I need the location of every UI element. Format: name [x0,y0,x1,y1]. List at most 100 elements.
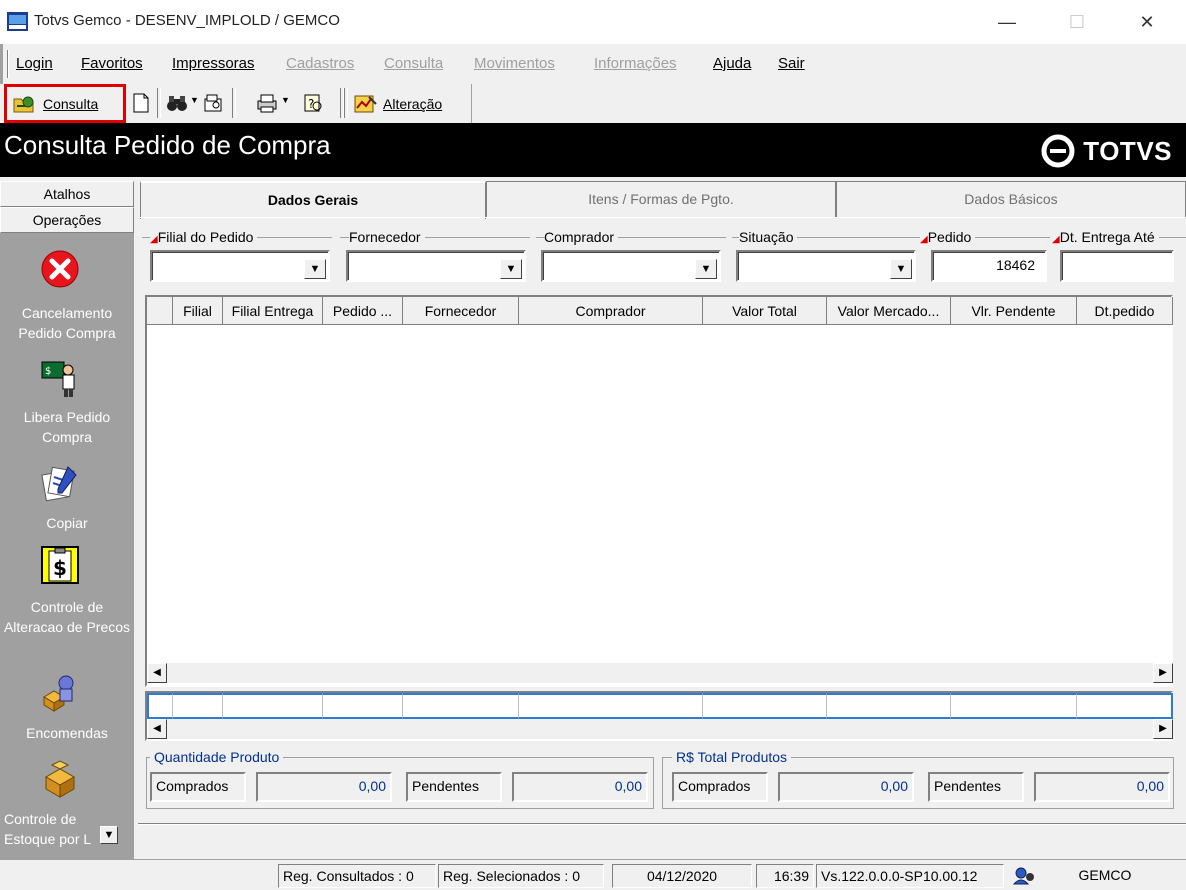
sidebar-item-encomendas[interactable]: Encomendas [0,671,134,745]
user-network-icon [1012,867,1034,885]
minimize-icon[interactable]: — [984,6,1030,38]
sidebar-item-copiar[interactable]: Copiar [0,459,134,535]
menu-informacoes: Informações [594,55,677,72]
chevron-down-icon[interactable]: ▼ [500,259,522,279]
chevron-down-icon[interactable]: ▼ [890,259,912,279]
filial-pedido-label-text: Filial do Pedido [157,229,254,245]
totals-grid[interactable]: ◀ ▶ [145,691,1173,741]
alteracao-button[interactable]: Alteração [352,90,464,118]
column-header-comprador[interactable]: Comprador [519,297,703,325]
main-divider [138,823,1186,825]
chevron-down-icon[interactable]: ▼ [695,259,717,279]
fornecedor-label: Fornecedor [349,229,425,245]
dt-entrega-label-text: Dt. Entrega Até [1059,229,1155,245]
dropdown-arrow-icon[interactable]: ▼ [281,95,290,105]
status-time: 16:39 [756,864,814,888]
maximize-icon[interactable]: ☐ [1054,6,1100,38]
sidebar-item-label: Cancelamento Pedido Compra [18,305,116,341]
menu-consulta-label: Consulta [384,55,444,72]
sidebar-item-controle-precos[interactable]: $ Controle de Alteracao de Precos [0,543,134,653]
totals-cell [323,693,403,719]
sidebar-scroll-down[interactable]: ▼ [100,826,118,844]
total-produtos-title: R$ Total Produtos [672,749,792,765]
menu-ajuda[interactable]: Ajuda [713,55,751,72]
situacao-select[interactable]: ▼ [736,250,916,282]
scroll-right-icon[interactable]: ▶ [1153,663,1173,683]
menu-cadastros: Cadastros [286,55,354,72]
sidebar-item-label: Copiar [46,515,88,531]
close-icon[interactable]: ✕ [1124,6,1170,38]
toolbar: Consulta ▼ ▼ ? Alteração [0,84,472,123]
chevron-down-icon[interactable]: ▼ [304,259,326,279]
totals-cell [223,693,323,719]
edit-chart-icon [354,95,377,113]
required-marker-icon: ◢ [150,234,158,245]
menu-impressoras-label: Impressoras [172,55,255,72]
column-header-dt-pedido[interactable]: Dt.pedido [1077,297,1173,325]
scroll-left-icon[interactable]: ◀ [147,663,167,683]
binoculars-icon[interactable] [166,93,188,113]
comprador-select[interactable]: ▼ [541,250,721,282]
menu-sair[interactable]: Sair [778,55,805,72]
new-document-icon[interactable] [130,93,152,113]
alteracao-label: Alteração [383,96,443,112]
sidebar-tab-atalhos[interactable]: Atalhos [0,181,134,207]
fornecedor-select[interactable]: ▼ [346,250,526,282]
scroll-right-icon[interactable]: ▶ [1153,719,1173,739]
tab-dados-gerais[interactable]: Dados Gerais [140,181,486,219]
scroll-left-icon[interactable]: ◀ [147,719,167,739]
grid-horizontal-scrollbar[interactable]: ◀ ▶ [147,663,1173,683]
row-selector-header [147,297,173,325]
sidebar-tab-operacoes[interactable]: Operações [0,207,134,233]
qtd-pendentes-value: 0,00 [512,772,648,802]
status-bar: Reg. Consultados : 0 Reg. Selecionados :… [0,859,1186,890]
help-search-icon[interactable]: ? [302,93,324,113]
sidebar-item-cancelamento[interactable]: Cancelamento Pedido Compra [0,245,134,345]
title-bar: Totvs Gemco - DESENV_IMPLOLD / GEMCO — ☐… [0,0,1186,44]
dropdown-arrow-icon[interactable]: ▼ [190,95,199,105]
column-header-valor-mercadoria[interactable]: Valor Mercado... [827,297,951,325]
totals-horizontal-scrollbar[interactable]: ◀ ▶ [147,719,1173,739]
totals-cell [173,693,223,719]
total-pendentes-value: 0,00 [1034,772,1170,802]
main-panel: Dados Gerais Itens / Formas de Pgto. Dad… [138,181,1186,865]
stock-control-icon [44,760,76,798]
sidebar-item-libera-pedido[interactable]: $ Libera Pedido Compra [0,355,134,451]
menu-informacoes-label: Informações [594,55,677,72]
sidebar-item-label: Controle de Estoque por L [4,811,92,847]
printer-icon[interactable] [256,93,278,113]
totals-cell [951,693,1077,719]
copy-icon [41,466,77,502]
status-reg-selecionados: Reg. Selecionados : 0 [438,864,604,888]
column-header-filial-entrega[interactable]: Filial Entrega [223,297,323,325]
total-comprados-value: 0,00 [778,772,914,802]
column-header-fornecedor[interactable]: Fornecedor [403,297,519,325]
sidebar-item-label: Encomendas [26,725,108,741]
column-header-valor-total[interactable]: Valor Total [703,297,827,325]
menu-login[interactable]: Login [16,55,53,72]
column-header-filial[interactable]: Filial [173,297,223,325]
column-header-vlr-pendente[interactable]: Vlr. Pendente [951,297,1077,325]
sidebar: Atalhos Operações Cancelamento Pedido Co… [0,181,134,865]
menu-favoritos[interactable]: Favoritos [81,55,143,72]
toolbar-separator [157,88,161,118]
totals-cell [147,693,173,719]
cancel-icon [41,250,79,288]
dt-entrega-input[interactable] [1060,250,1174,282]
print-preview-icon[interactable] [202,93,224,113]
consulta-label: Consulta [43,96,99,112]
app-icon [7,12,28,31]
menu-impressoras[interactable]: Impressoras [172,55,255,72]
tab-dados-basicos[interactable]: Dados Básicos [836,181,1186,217]
column-header-pedido[interactable]: Pedido ... [323,297,403,325]
tab-underline [138,217,1186,218]
price-control-icon: $ [41,546,79,584]
filial-pedido-select[interactable]: ▼ [150,250,330,282]
toolbar-separator [344,88,348,118]
page-title: Consulta Pedido de Compra [4,130,331,160]
consulta-button[interactable]: Consulta [4,84,126,123]
tab-itens-formas-pgto[interactable]: Itens / Formas de Pgto. [486,181,836,217]
orders-grid[interactable]: Filial Filial Entrega Pedido ... Fornece… [145,295,1173,687]
pedido-input[interactable]: 18462 [931,250,1047,282]
status-date: 04/12/2020 [612,864,752,888]
